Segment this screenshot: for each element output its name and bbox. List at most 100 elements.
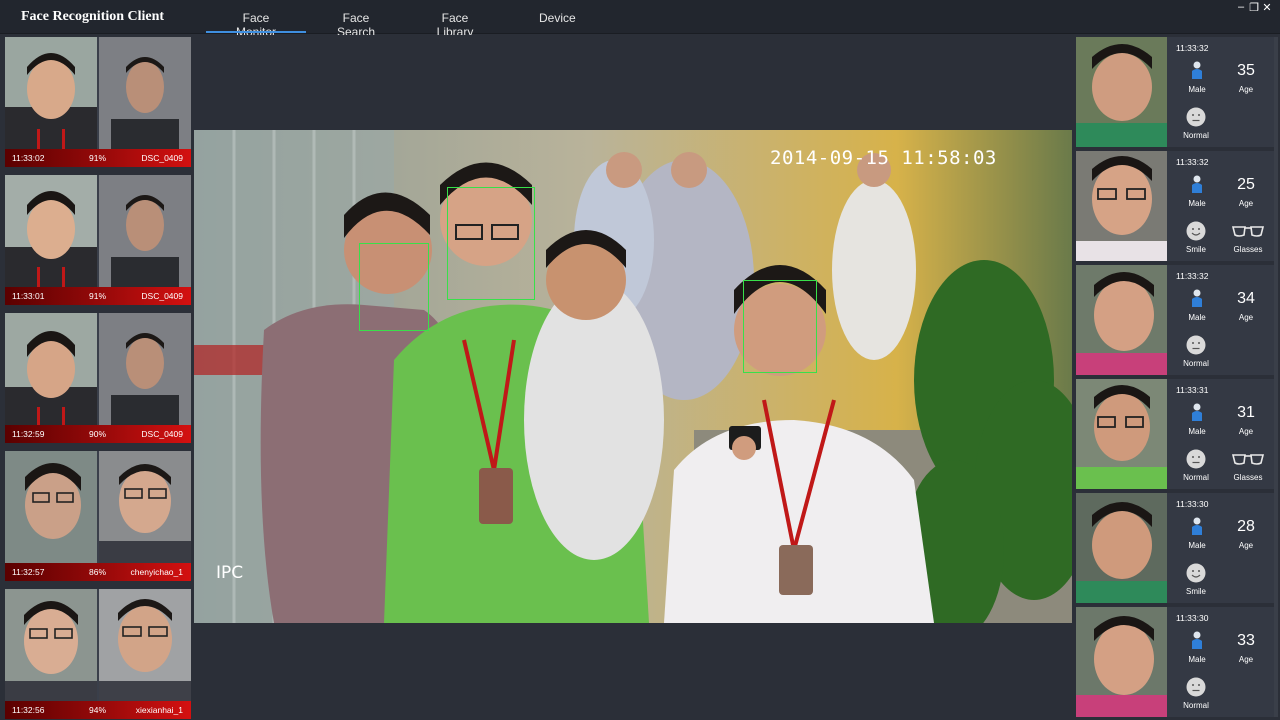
age-value: 28: [1237, 518, 1255, 535]
match-name: chenyichao_1: [130, 567, 183, 577]
match-name: DSC_0409: [141, 291, 183, 301]
app-title: Face Recognition Client: [21, 9, 165, 24]
attribute-list[interactable]: 11:33:32 Male 35 Age Normal 11:33:32 Mal…: [1074, 35, 1280, 720]
detection-time: 11:33:32: [1176, 157, 1209, 167]
live-video[interactable]: 2014-09-15 11:58:03 IPC: [194, 130, 1072, 623]
library-face-image: [99, 589, 191, 701]
detection-time: 11:33:30: [1176, 499, 1209, 509]
age-label: Age: [1238, 427, 1254, 436]
match-card[interactable]: 11:33:02 91% DSC_0409: [5, 37, 191, 167]
neutral-face-icon: [1186, 335, 1206, 355]
attribute-card[interactable]: 11:33:31 Male 31 Age Normal Glasses: [1076, 379, 1277, 489]
detected-face-image: [1076, 151, 1167, 261]
attribute-card[interactable]: 11:33:30 Male 33 Age Normal: [1076, 607, 1277, 717]
age-label: Age: [1238, 541, 1254, 550]
male-icon: [1192, 61, 1202, 79]
match-info-bar: 11:32:57 86% chenyichao_1: [5, 563, 191, 581]
match-list[interactable]: 11:33:02 91% DSC_0409 11:33:01 91% DSC_0…: [0, 35, 193, 720]
glasses-icon: [1231, 226, 1265, 237]
match-score: 86%: [89, 567, 107, 577]
attribute-card[interactable]: 11:33:30 Male 28 Age Smile: [1076, 493, 1277, 603]
match-name: DSC_0409: [141, 153, 183, 163]
match-score: 90%: [89, 429, 107, 439]
library-face-image: [99, 313, 191, 425]
match-card[interactable]: 11:32:57 86% chenyichao_1: [5, 451, 191, 581]
camera-label: IPC: [216, 563, 244, 583]
detection-time: 11:33:31: [1176, 385, 1209, 395]
attribute-card[interactable]: 11:33:32 Male 35 Age Normal: [1076, 37, 1277, 147]
tab-face-search[interactable]: Face Search: [327, 11, 385, 39]
expression-label: Normal: [1183, 359, 1209, 368]
match-info-bar: 11:33:01 91% DSC_0409: [5, 287, 191, 305]
male-icon: [1192, 175, 1202, 193]
restore-icon[interactable]: ❐: [1248, 1, 1260, 14]
detection-time: 11:33:32: [1176, 43, 1209, 53]
detected-face-image: [1076, 607, 1167, 717]
face-detection-box[interactable]: [743, 280, 817, 373]
male-icon: [1192, 517, 1202, 535]
gender-label: Male: [1188, 85, 1206, 94]
match-name: xiexianhai_1: [135, 705, 183, 715]
age-value: 25: [1237, 176, 1255, 193]
age-label: Age: [1238, 655, 1254, 664]
age-value: 34: [1237, 290, 1255, 307]
library-face-image: [99, 37, 191, 149]
match-info-bar: 11:32:56 94% xiexianhai_1: [5, 701, 191, 719]
detected-face-image: [1076, 37, 1167, 147]
detected-face-image: [1076, 265, 1167, 375]
age-label: Age: [1238, 85, 1254, 94]
age-value: 33: [1237, 632, 1255, 649]
video-area: 2014-09-15 11:58:03 IPC: [194, 35, 1074, 720]
age-label: Age: [1238, 313, 1254, 322]
neutral-face-icon: [1186, 107, 1206, 127]
detected-face-image: [1076, 379, 1167, 489]
minimize-icon[interactable]: –: [1235, 1, 1247, 13]
age-value: 31: [1237, 404, 1255, 421]
face-detection-box[interactable]: [359, 243, 429, 331]
match-time: 11:32:57: [12, 567, 45, 577]
detected-face-image: [1076, 493, 1167, 603]
tab-device[interactable]: Device: [539, 11, 576, 33]
glasses-icon: [1231, 454, 1265, 465]
attribute-card[interactable]: 11:33:32 Male 25 Age Smile Glasses: [1076, 151, 1277, 261]
match-score: 94%: [89, 705, 107, 715]
match-card[interactable]: 11:32:56 94% xiexianhai_1: [5, 589, 191, 719]
gender-label: Male: [1188, 313, 1206, 322]
gender-label: Male: [1188, 541, 1206, 550]
male-icon: [1192, 289, 1202, 307]
attribute-card[interactable]: 11:33:32 Male 34 Age Normal: [1076, 265, 1277, 375]
library-face-image: [99, 451, 191, 563]
gender-label: Male: [1188, 199, 1206, 208]
neutral-face-icon: [1186, 677, 1206, 697]
detection-time: 11:33:32: [1176, 271, 1209, 281]
tab-face-library[interactable]: Face Library: [426, 11, 484, 39]
smile-face-icon: [1186, 221, 1206, 241]
match-score: 91%: [89, 153, 107, 163]
match-score: 91%: [89, 291, 107, 301]
video-timestamp: 2014-09-15 11:58:03: [770, 147, 997, 169]
tab-face-monitor[interactable]: Face Monitor: [206, 11, 306, 39]
face-detection-box[interactable]: [447, 187, 535, 300]
match-time: 11:32:56: [12, 705, 45, 715]
expression-label: Smile: [1185, 587, 1206, 596]
attribute-scrollbar[interactable]: [1274, 37, 1278, 717]
male-icon: [1192, 631, 1202, 649]
snapshot-face-image: [5, 589, 97, 701]
video-scene: [194, 130, 1072, 623]
match-name: DSC_0409: [141, 429, 183, 439]
match-card[interactable]: 11:33:01 91% DSC_0409: [5, 175, 191, 305]
gender-label: Male: [1188, 655, 1206, 664]
expression-label: Smile: [1185, 245, 1206, 254]
detection-time: 11:33:30: [1176, 613, 1209, 623]
glasses-label: Glasses: [1233, 473, 1263, 482]
snapshot-face-image: [5, 313, 97, 425]
match-time: 11:33:02: [12, 153, 45, 163]
gender-label: Male: [1188, 427, 1206, 436]
match-info-bar: 11:33:02 91% DSC_0409: [5, 149, 191, 167]
smile-face-icon: [1186, 563, 1206, 583]
match-info-bar: 11:32:59 90% DSC_0409: [5, 425, 191, 443]
close-icon[interactable]: ✕: [1261, 1, 1273, 14]
match-card[interactable]: 11:32:59 90% DSC_0409: [5, 313, 191, 443]
age-label: Age: [1238, 199, 1254, 208]
library-face-image: [99, 175, 191, 287]
